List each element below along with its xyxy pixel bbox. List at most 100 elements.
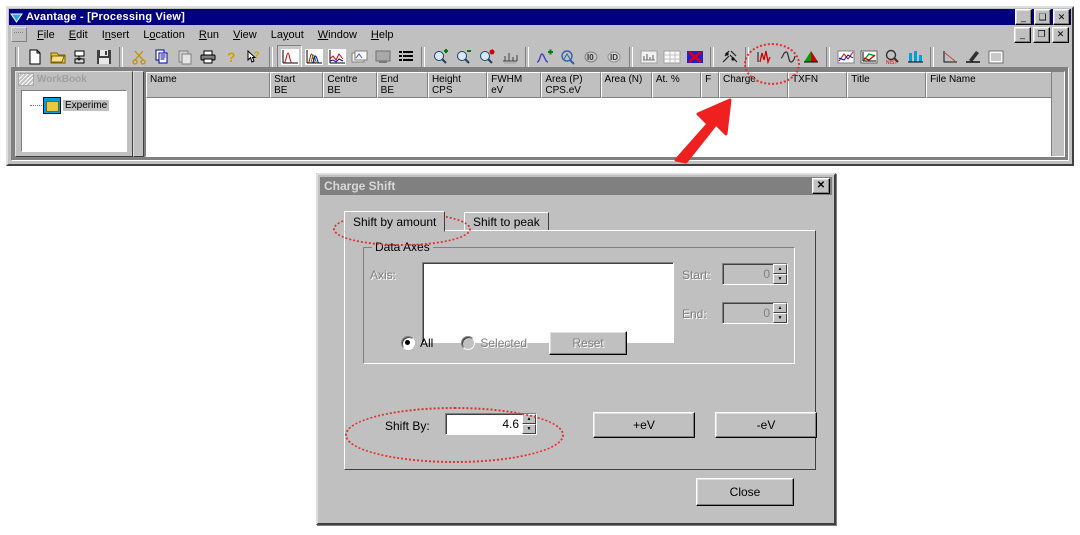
clear-marks-button[interactable] [683,46,706,68]
menu-item-location[interactable]: Location [136,28,192,42]
print-button[interactable] [196,46,219,68]
mdi-minimize-button[interactable]: _ [1014,26,1031,43]
column-header-centre-be[interactable]: Centre BE [323,72,377,98]
mdi-document-icon[interactable] [11,27,27,42]
differentiate-button[interactable] [776,46,799,68]
tab-shift-by-amount[interactable]: Shift by amount [344,211,446,232]
menu-item-file[interactable]: File [30,28,62,42]
tree-item-experiment[interactable]: Experime [30,97,126,114]
mdi-close-button[interactable]: ✕ [1052,26,1069,43]
menu-item-help[interactable]: Help [364,28,401,42]
shift-by-spinner[interactable]: 4.6 ▲ ▼ [445,413,537,435]
menu-item-run[interactable]: Run [192,28,226,42]
column-header-f[interactable]: F [701,72,720,98]
baseline-button[interactable] [938,46,961,68]
search-library-button[interactable]: NIST [880,46,903,68]
column-header-end-be[interactable]: End BE [376,72,428,98]
start-spinner[interactable]: 0 ▲ ▼ [722,263,788,285]
shift-by-value[interactable]: 4.6 [446,414,522,434]
compare-button[interactable] [903,46,926,68]
shift-by-spin-down[interactable]: ▼ [522,424,536,434]
quantify-button[interactable] [637,46,660,68]
end-spin-up[interactable]: ▲ [773,303,787,313]
image-view-button[interactable] [371,46,394,68]
shift-by-spin-buttons[interactable]: ▲ ▼ [522,414,536,434]
table-view-button[interactable] [394,46,417,68]
column-header-height-cps[interactable]: Height CPS [427,72,488,98]
start-spin-buttons[interactable]: ▲ ▼ [773,264,787,284]
background-button[interactable] [799,46,822,68]
axis-label: Axis: [370,268,397,282]
column-header-file-name[interactable]: File Name [926,72,1064,98]
menu-item-edit[interactable]: Edit [62,28,95,42]
overlay-view-button[interactable] [302,46,325,68]
workbook-splitter[interactable] [133,71,144,157]
report-button[interactable] [660,46,683,68]
new-document-button[interactable] [23,46,46,68]
radio-all[interactable] [401,336,415,350]
charge-shift-button[interactable] [718,46,741,68]
identify-peak-button[interactable] [556,46,579,68]
fit-peaks-button[interactable] [834,46,857,68]
stacked-view-button[interactable] [348,46,371,68]
kinetic-energy-button[interactable]: ID [602,46,625,68]
shift-by-spin-up[interactable]: ▲ [522,414,536,424]
radio-selected[interactable] [461,336,476,350]
window-controls: _ ❑ ✕ [1015,9,1070,25]
minus-ev-button[interactable]: -eV [715,412,817,438]
paste-button[interactable] [173,46,196,68]
toolbar-separator [119,47,123,67]
survey-view-button[interactable] [325,46,348,68]
column-header-at-percent[interactable]: At. % [651,72,702,98]
tab-page-shift-by-amount: Data Axes Axis: Start: 0 ▲ ▼ End: 0 ▲ ▼ [344,230,817,470]
menu-item-insert[interactable]: Insert [95,28,137,42]
column-header-area-p[interactable]: Area (P) CPS.eV [541,72,601,98]
zoom-in-button[interactable] [429,46,452,68]
zoom-region-button[interactable] [475,46,498,68]
plus-ev-button[interactable]: +eV [593,412,695,438]
column-header-area-n[interactable]: Area (N) [600,72,652,98]
open-folder-button[interactable] [46,46,69,68]
depth-profile-button[interactable] [857,46,880,68]
end-spin-down[interactable]: ▼ [773,313,787,323]
copy-button[interactable] [150,46,173,68]
annotate-button[interactable] [961,46,984,68]
properties-button[interactable] [984,46,1007,68]
start-spin-down[interactable]: ▼ [773,274,787,284]
add-peak-button[interactable] [533,46,556,68]
cut-button[interactable] [127,46,150,68]
menu-item-layout[interactable]: Layout [264,28,311,42]
close-button[interactable]: ✕ [1053,9,1070,25]
spectrum-view-button[interactable] [277,45,302,69]
results-grid[interactable]: Name Start BE Centre BE End BE Height CP… [145,71,1065,157]
grid-vertical-scrollbar[interactable] [1051,72,1064,156]
column-header-start-be[interactable]: Start BE [270,72,324,98]
binding-energy-button[interactable]: I0 [579,46,602,68]
mdi-restore-button[interactable]: ❐ [1033,26,1050,43]
close-button[interactable]: Close [696,478,794,506]
column-header-fwhm-ev[interactable]: FWHM eV [487,72,542,98]
help-button[interactable]: ? [219,46,242,68]
dialog-close-icon[interactable]: ✕ [812,178,830,194]
tab-shift-to-peak[interactable]: Shift to peak [464,212,549,231]
workbook-caption-label: WorkBook [37,73,87,85]
smooth-button[interactable] [753,46,776,68]
column-header-txfn[interactable]: TXFN [788,72,848,98]
import-button[interactable] [69,46,92,68]
column-header-name[interactable]: Name [146,72,271,98]
menu-item-window[interactable]: Window [311,28,364,42]
save-button[interactable] [92,46,115,68]
minimize-button[interactable]: _ [1015,9,1032,25]
workbook-tree[interactable]: Experime [21,90,127,152]
scale-button[interactable] [498,46,521,68]
zoom-out-button[interactable] [452,46,475,68]
context-help-button[interactable]: ? [242,46,265,68]
menu-item-view[interactable]: View [226,28,264,42]
end-spinner[interactable]: 0 ▲ ▼ [722,302,788,324]
column-header-title[interactable]: Title [847,72,927,98]
end-spin-buttons[interactable]: ▲ ▼ [773,303,787,323]
start-spin-up[interactable]: ▲ [773,264,787,274]
column-header-charge[interactable]: Charge [719,72,789,98]
reset-button[interactable]: Reset [549,331,628,355]
maximize-button[interactable]: ❑ [1034,9,1051,25]
